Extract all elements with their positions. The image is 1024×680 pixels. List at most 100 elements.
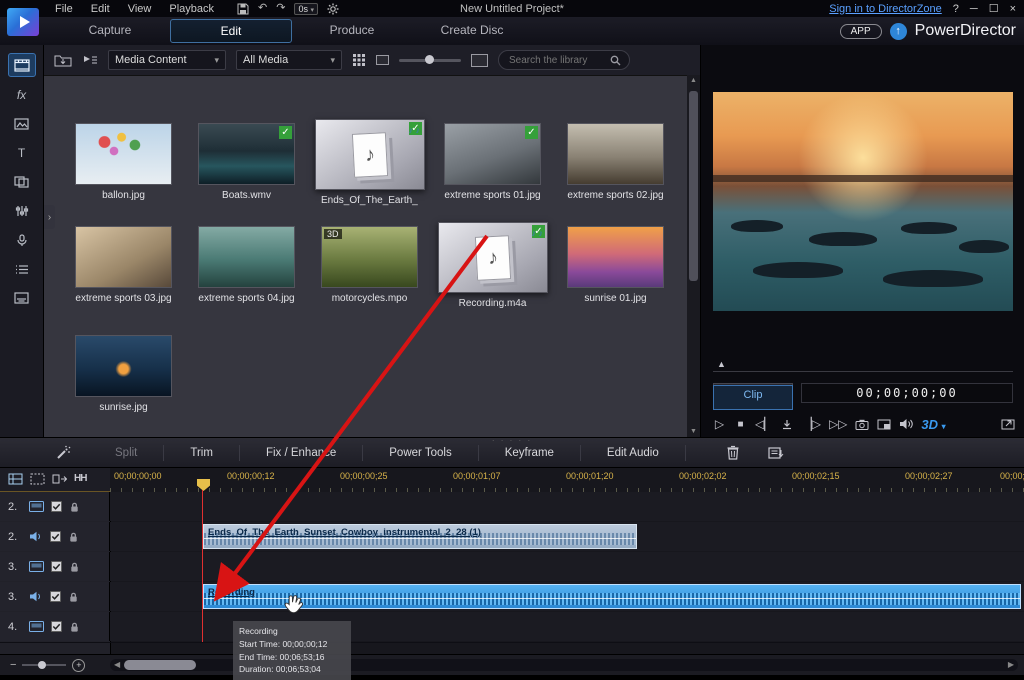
- library-scrollbar[interactable]: ▲ ▼: [687, 75, 700, 437]
- media-item[interactable]: ballon.jpg: [75, 123, 172, 201]
- media-item-recording[interactable]: ✓ ♪ ♪ ♪ Recording.m4a: [444, 226, 541, 309]
- track-enable-checkbox[interactable]: [51, 561, 62, 572]
- media-item[interactable]: ✓ extreme sports 01.jpg: [444, 123, 541, 201]
- scroll-up-icon[interactable]: ▲: [687, 77, 700, 84]
- snap-icon[interactable]: HH: [74, 473, 86, 484]
- track-lock-icon[interactable]: [69, 501, 80, 513]
- scrollbar-thumb[interactable]: [124, 660, 196, 670]
- minimize-button[interactable]: ─: [970, 3, 978, 15]
- close-button[interactable]: ×: [1010, 3, 1016, 15]
- chapter-room-icon[interactable]: [9, 258, 35, 280]
- undock-preview-icon[interactable]: [1001, 418, 1015, 430]
- next-frame-icon[interactable]: ▕▷: [802, 417, 820, 431]
- duration-setting[interactable]: 0s ▾: [294, 3, 318, 15]
- seek-marker-icon[interactable]: ▲: [717, 359, 726, 369]
- media-item[interactable]: ✓ ♪ ♪ ♪ Ends_Of_The_Earth_S...: [321, 123, 418, 206]
- pip-objects-room-icon[interactable]: [9, 113, 35, 135]
- scroll-left-icon[interactable]: ◀: [114, 659, 120, 671]
- magic-wand-icon[interactable]: [55, 445, 71, 461]
- media-item[interactable]: 3D motorcycles.mpo: [321, 226, 418, 304]
- library-search[interactable]: [498, 50, 630, 70]
- track-enable-checkbox[interactable]: [50, 531, 61, 542]
- media-item[interactable]: sunrise.jpg: [75, 335, 172, 413]
- timeline-clip-recording[interactable]: Recording: [203, 584, 1021, 609]
- track-content[interactable]: Recording: [110, 582, 1024, 611]
- track-content[interactable]: [110, 552, 1024, 581]
- import-media-icon[interactable]: [54, 53, 72, 67]
- tool-keyframe[interactable]: Keyframe: [479, 445, 581, 461]
- clip-mode-button[interactable]: Clip: [713, 385, 793, 410]
- audio-mixing-room-icon[interactable]: [9, 200, 35, 222]
- media-content-dropdown[interactable]: Media Content▾: [108, 50, 226, 70]
- scroll-down-icon[interactable]: ▼: [687, 428, 700, 435]
- previous-frame-icon[interactable]: ◁▏: [755, 417, 773, 431]
- tool-trim[interactable]: Trim: [164, 445, 240, 461]
- menu-file[interactable]: File: [46, 3, 82, 15]
- fast-forward-icon[interactable]: ▷▷: [829, 417, 847, 431]
- timeline-ruler[interactable]: 00;00;00;00 00;00;00;12 00;00;00;25 00;0…: [110, 466, 1024, 493]
- snapshot-camera-icon[interactable]: [855, 419, 869, 430]
- preview-seek-slider[interactable]: [713, 363, 1013, 372]
- track-enable-checkbox[interactable]: [50, 591, 61, 602]
- zoom-slider[interactable]: [22, 660, 66, 670]
- seek-start-icon[interactable]: [781, 419, 794, 430]
- search-input[interactable]: [507, 54, 604, 67]
- range-selection-icon[interactable]: [30, 473, 45, 485]
- app-badge[interactable]: APP: [840, 24, 882, 39]
- stop-icon[interactable]: ■: [734, 419, 747, 430]
- track-lock-icon[interactable]: [68, 531, 79, 543]
- transition-room-icon[interactable]: [9, 171, 35, 193]
- zoom-out-button[interactable]: −: [10, 659, 16, 671]
- media-item[interactable]: extreme sports 03.jpg: [75, 226, 172, 304]
- settings-gear-icon[interactable]: [327, 3, 339, 15]
- track-lock-icon[interactable]: [69, 621, 80, 633]
- media-item[interactable]: sunrise 01.jpg: [567, 226, 664, 304]
- menu-view[interactable]: View: [119, 3, 161, 15]
- media-room-icon[interactable]: [8, 53, 36, 77]
- panel-expander[interactable]: ›: [44, 205, 55, 229]
- tab-create-disc[interactable]: Create Disc: [412, 19, 532, 41]
- track-lock-icon[interactable]: [68, 591, 79, 603]
- maximize-button[interactable]: ☐: [989, 2, 999, 15]
- scroll-right-icon[interactable]: ▶: [1008, 659, 1014, 671]
- track-enable-checkbox[interactable]: [51, 501, 62, 512]
- produce-range-icon[interactable]: [768, 446, 784, 460]
- search-icon[interactable]: [610, 55, 621, 66]
- track-content[interactable]: Ends_Of_The_Earth_Sunset_Cowboy_instrume…: [110, 522, 1024, 551]
- timeline-clip-music[interactable]: Ends_Of_The_Earth_Sunset_Cowboy_instrume…: [203, 524, 637, 549]
- drag-handle[interactable]: · · · · ·: [492, 438, 532, 444]
- scrollbar-thumb[interactable]: [689, 91, 698, 281]
- tool-power-tools[interactable]: Power Tools: [363, 445, 478, 461]
- track-enable-checkbox[interactable]: [51, 621, 62, 632]
- subtitle-room-icon[interactable]: [9, 287, 35, 309]
- save-icon[interactable]: [237, 3, 249, 15]
- tab-produce[interactable]: Produce: [292, 19, 412, 41]
- media-item[interactable]: extreme sports 04.jpg: [198, 226, 295, 304]
- track-lock-icon[interactable]: [69, 561, 80, 573]
- signin-link[interactable]: Sign in to DirectorZone: [829, 3, 942, 15]
- thumbnail-size-slider[interactable]: [399, 53, 461, 67]
- tab-edit[interactable]: Edit: [170, 19, 292, 43]
- menu-edit[interactable]: Edit: [82, 3, 119, 15]
- redo-icon[interactable]: ↷: [276, 0, 285, 17]
- media-item[interactable]: ✓ Boats.wmv: [198, 123, 295, 201]
- playhead-line[interactable]: [202, 490, 203, 642]
- tool-split[interactable]: Split: [89, 445, 164, 461]
- undo-icon[interactable]: ↶: [258, 0, 267, 17]
- delete-trash-icon[interactable]: [726, 445, 740, 460]
- ripple-edit-icon[interactable]: [52, 473, 67, 485]
- track-content[interactable]: [110, 492, 1024, 521]
- tool-fix-enhance[interactable]: Fix / Enhance: [240, 445, 363, 461]
- menu-playback[interactable]: Playback: [160, 3, 223, 15]
- media-item[interactable]: extreme sports 02.jpg: [567, 123, 664, 201]
- voiceover-room-icon[interactable]: [9, 229, 35, 251]
- zoom-in-button[interactable]: +: [72, 659, 85, 672]
- effect-room-icon[interactable]: fx: [9, 84, 35, 106]
- volume-icon[interactable]: [899, 418, 913, 430]
- upgrade-icon[interactable]: ↑: [890, 23, 907, 40]
- 3d-mode-button[interactable]: 3D ▾: [921, 417, 945, 432]
- track-manager-icon[interactable]: [8, 473, 23, 485]
- all-media-dropdown[interactable]: All Media▾: [236, 50, 342, 70]
- help-button[interactable]: ?: [953, 3, 959, 15]
- tool-edit-audio[interactable]: Edit Audio: [581, 445, 686, 461]
